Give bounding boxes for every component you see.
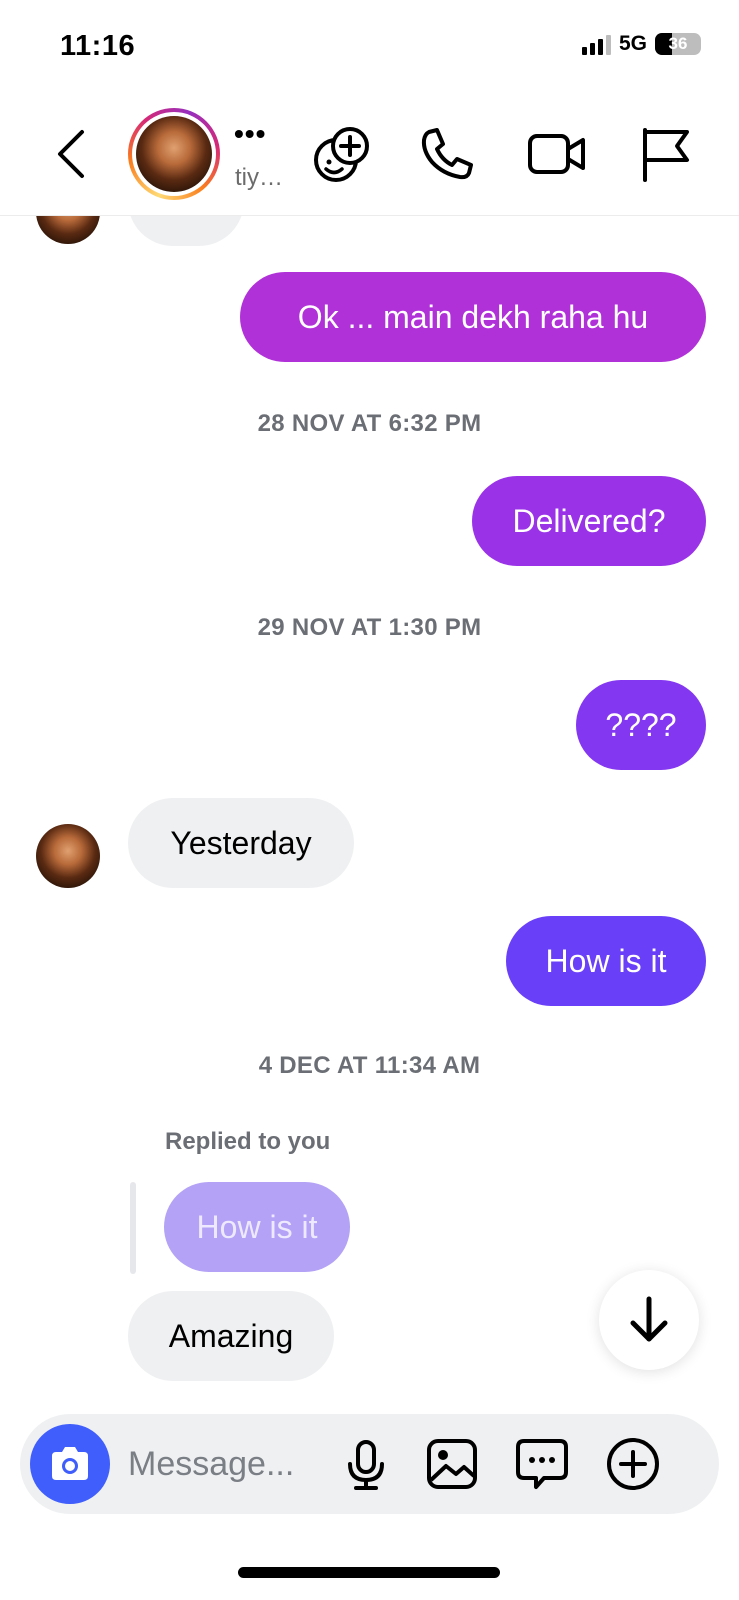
call-button[interactable] — [415, 122, 479, 186]
gallery-button[interactable] — [424, 1436, 480, 1492]
message-thread[interactable]: Ok ... main dekh raha hu 28 NOV AT 6:32 … — [0, 216, 739, 1406]
battery-icon: 36 — [655, 33, 701, 55]
outgoing-message[interactable]: Ok ... main dekh raha hu — [240, 272, 706, 362]
message-timestamp: 29 NOV AT 1:30 PM — [257, 614, 482, 641]
scroll-to-bottom-button[interactable] — [599, 1270, 699, 1370]
avatar-image — [136, 116, 212, 192]
camera-icon — [52, 1447, 88, 1480]
video-call-button[interactable] — [525, 122, 589, 186]
more-options-button[interactable] — [605, 1436, 661, 1492]
message-composer — [20, 1414, 719, 1514]
sticker-button[interactable] — [514, 1436, 570, 1492]
message-timestamp: 4 DEC AT 11:34 AM — [258, 1052, 481, 1079]
sender-avatar[interactable] — [36, 824, 100, 888]
battery-level: 36 — [668, 34, 688, 53]
back-button[interactable] — [50, 124, 94, 184]
message-timestamp: 28 NOV AT 6:32 PM — [257, 410, 482, 437]
phone-icon — [421, 128, 473, 180]
incoming-message[interactable]: Amazing — [128, 1291, 334, 1381]
incoming-message-partial[interactable] — [128, 216, 244, 246]
voice-message-button[interactable] — [338, 1436, 394, 1492]
outgoing-message[interactable]: ???? — [576, 680, 706, 770]
signal-icon — [581, 33, 611, 55]
sender-avatar[interactable] — [36, 216, 100, 244]
status-indicators: 5G 36 — [581, 32, 701, 56]
effects-button[interactable] — [310, 122, 374, 186]
outgoing-message[interactable]: How is it — [506, 916, 706, 1006]
flag-icon — [643, 128, 689, 182]
home-indicator[interactable] — [238, 1567, 500, 1578]
effects-icon — [314, 127, 369, 182]
reply-label: Replied to you — [165, 1128, 331, 1155]
contact-name[interactable]: ••• — [234, 120, 266, 148]
gallery-icon — [427, 1439, 477, 1489]
back-icon — [58, 130, 84, 178]
quoted-message[interactable]: How is it — [164, 1182, 350, 1272]
profile-avatar[interactable] — [128, 108, 220, 200]
contact-username[interactable]: tiy… — [235, 164, 283, 192]
camera-button[interactable] — [30, 1424, 110, 1504]
chat-header: ••• tiy… — [0, 100, 739, 216]
microphone-icon — [348, 1440, 384, 1490]
status-time: 11:16 — [60, 30, 136, 62]
arrow-down-icon — [630, 1296, 668, 1342]
video-icon — [528, 134, 585, 174]
incoming-message[interactable]: Yesterday — [128, 798, 354, 888]
status-bar: 11:16 5G 36 — [0, 0, 739, 92]
report-button[interactable] — [635, 122, 699, 186]
outgoing-message[interactable]: Delivered? — [472, 476, 706, 566]
sticker-icon — [516, 1439, 568, 1489]
plus-icon — [607, 1438, 659, 1490]
network-label: 5G — [618, 32, 647, 55]
reply-indicator-bar — [130, 1182, 136, 1274]
message-input[interactable] — [128, 1438, 328, 1490]
